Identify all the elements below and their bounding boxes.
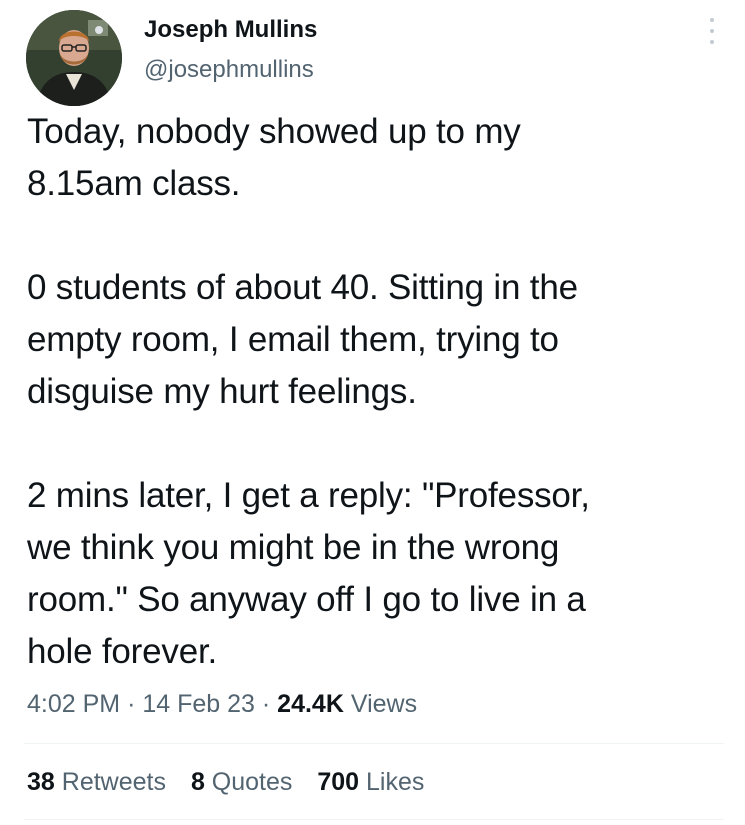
retweets-stat[interactable]: 38 Retweets — [27, 768, 166, 796]
quotes-count: 8 — [190, 768, 205, 796]
tweet-time[interactable]: 4:02 PM — [27, 690, 120, 718]
more-options-icon[interactable] — [700, 18, 724, 44]
likes-stat[interactable]: 700 Likes — [317, 768, 424, 796]
meta-separator: · — [127, 690, 136, 718]
tweet-meta: 4:02 PM · 14 Feb 23 · 24.4K Views — [27, 686, 417, 722]
divider — [24, 819, 724, 820]
quotes-label: Quotes — [211, 768, 293, 796]
retweets-count: 38 — [27, 768, 55, 796]
divider — [24, 743, 724, 744]
meta-separator: · — [261, 690, 271, 718]
likes-count: 700 — [317, 768, 360, 796]
likes-label: Likes — [366, 768, 425, 796]
avatar[interactable] — [26, 10, 122, 106]
views-label: Views — [350, 690, 418, 718]
retweets-label: Retweets — [61, 768, 166, 796]
tweet-text: Today, nobody showed up to my 8.15am cla… — [27, 112, 590, 671]
author-handle[interactable]: @josephmullins — [144, 54, 314, 86]
author-name[interactable]: Joseph Mullins — [144, 14, 317, 46]
tweet: Joseph Mullins @josephmullins Today, nob… — [0, 0, 745, 825]
views-count: 24.4K — [277, 690, 344, 718]
tweet-date[interactable]: 14 Feb 23 — [142, 690, 255, 718]
quotes-stat[interactable]: 8 Quotes — [191, 768, 292, 796]
tweet-stats: 38 Retweets 8 Quotes 700 Likes — [27, 764, 442, 800]
